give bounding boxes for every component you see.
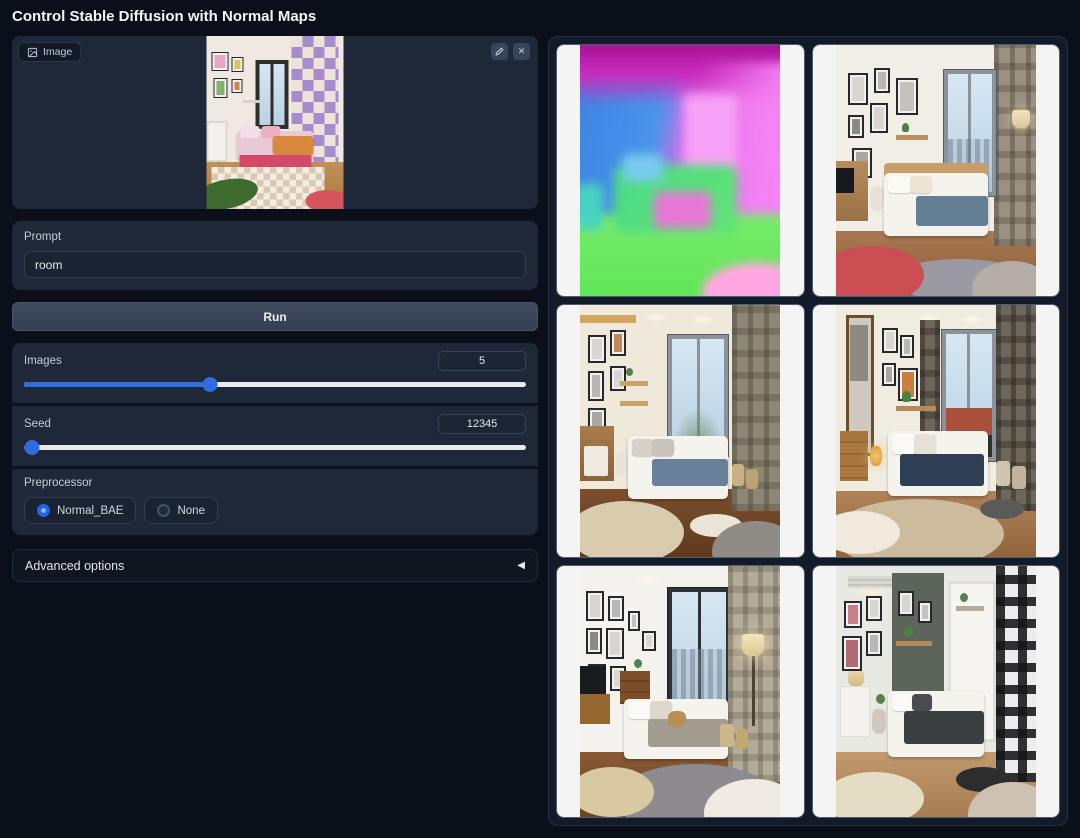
app-root: Control Stable Diffusion with Normal Map… bbox=[0, 0, 1080, 838]
radio-unselected-icon bbox=[157, 504, 171, 517]
advanced-options-accordion[interactable]: Advanced options ◀ bbox=[12, 549, 538, 582]
slider-thumb[interactable] bbox=[24, 440, 40, 455]
preprocessor-options: Normal_BAE None bbox=[24, 497, 526, 524]
seed-row: Seed 12345 bbox=[12, 403, 538, 466]
generated-room-image bbox=[835, 45, 1036, 297]
slider-track[interactable] bbox=[24, 445, 526, 450]
seed-value-input[interactable]: 12345 bbox=[438, 414, 526, 434]
controls-column: Image ✕ Prompt room Run Images 5 Seed 12… bbox=[12, 36, 538, 582]
uploaded-room-image bbox=[206, 36, 344, 209]
slider-thumb[interactable] bbox=[202, 377, 218, 392]
gallery-item-2[interactable] bbox=[811, 44, 1060, 298]
image-input[interactable]: Image ✕ bbox=[12, 36, 538, 209]
gallery-item-1[interactable] bbox=[556, 44, 805, 298]
chevron-left-icon: ◀ bbox=[517, 560, 525, 571]
gallery-item-5[interactable] bbox=[556, 564, 805, 818]
edit-image-button[interactable] bbox=[491, 43, 508, 60]
prompt-label: Prompt bbox=[24, 231, 62, 243]
advanced-options-label: Advanced options bbox=[25, 558, 125, 573]
parameters-form: Images 5 Seed 12345 Preprocessor Normal_… bbox=[12, 343, 538, 535]
preprocessor-label: Preprocessor bbox=[24, 477, 93, 489]
clear-image-button[interactable]: ✕ bbox=[513, 43, 530, 60]
seed-slider[interactable] bbox=[24, 440, 526, 455]
image-input-label: Image bbox=[18, 42, 82, 62]
images-label: Images bbox=[24, 355, 62, 367]
output-column bbox=[548, 36, 1068, 826]
image-toolbar: ✕ bbox=[491, 43, 530, 60]
images-slider[interactable] bbox=[24, 377, 526, 392]
prompt-input[interactable] bbox=[24, 251, 526, 278]
gallery-item-6[interactable] bbox=[811, 564, 1060, 818]
radio-none[interactable]: None bbox=[144, 497, 218, 524]
image-input-label-text: Image bbox=[43, 46, 73, 58]
image-icon bbox=[27, 47, 38, 58]
output-gallery bbox=[548, 36, 1068, 826]
images-row: Images 5 bbox=[12, 343, 538, 403]
main-columns: Image ✕ Prompt room Run Images 5 Seed 12… bbox=[12, 36, 1068, 826]
images-value-input[interactable]: 5 bbox=[438, 351, 526, 371]
radio-selected-icon bbox=[37, 504, 50, 517]
prompt-block: Prompt bbox=[12, 221, 538, 290]
generated-room-image bbox=[835, 565, 1036, 817]
gallery-item-4[interactable] bbox=[811, 304, 1060, 558]
gallery-item-3[interactable] bbox=[556, 304, 805, 558]
generated-room-image bbox=[835, 305, 1036, 557]
run-button[interactable]: Run bbox=[12, 302, 538, 331]
seed-label: Seed bbox=[24, 418, 51, 430]
gallery-grid bbox=[556, 44, 1060, 818]
preprocessor-row: Preprocessor Normal_BAE None bbox=[12, 466, 538, 535]
normal-map-image bbox=[580, 45, 781, 297]
page-title: Control Stable Diffusion with Normal Map… bbox=[12, 8, 317, 25]
generated-room-image bbox=[580, 305, 781, 557]
generated-room-image bbox=[580, 565, 781, 817]
slider-fill bbox=[24, 382, 210, 387]
radio-normal-bae[interactable]: Normal_BAE bbox=[24, 497, 137, 524]
